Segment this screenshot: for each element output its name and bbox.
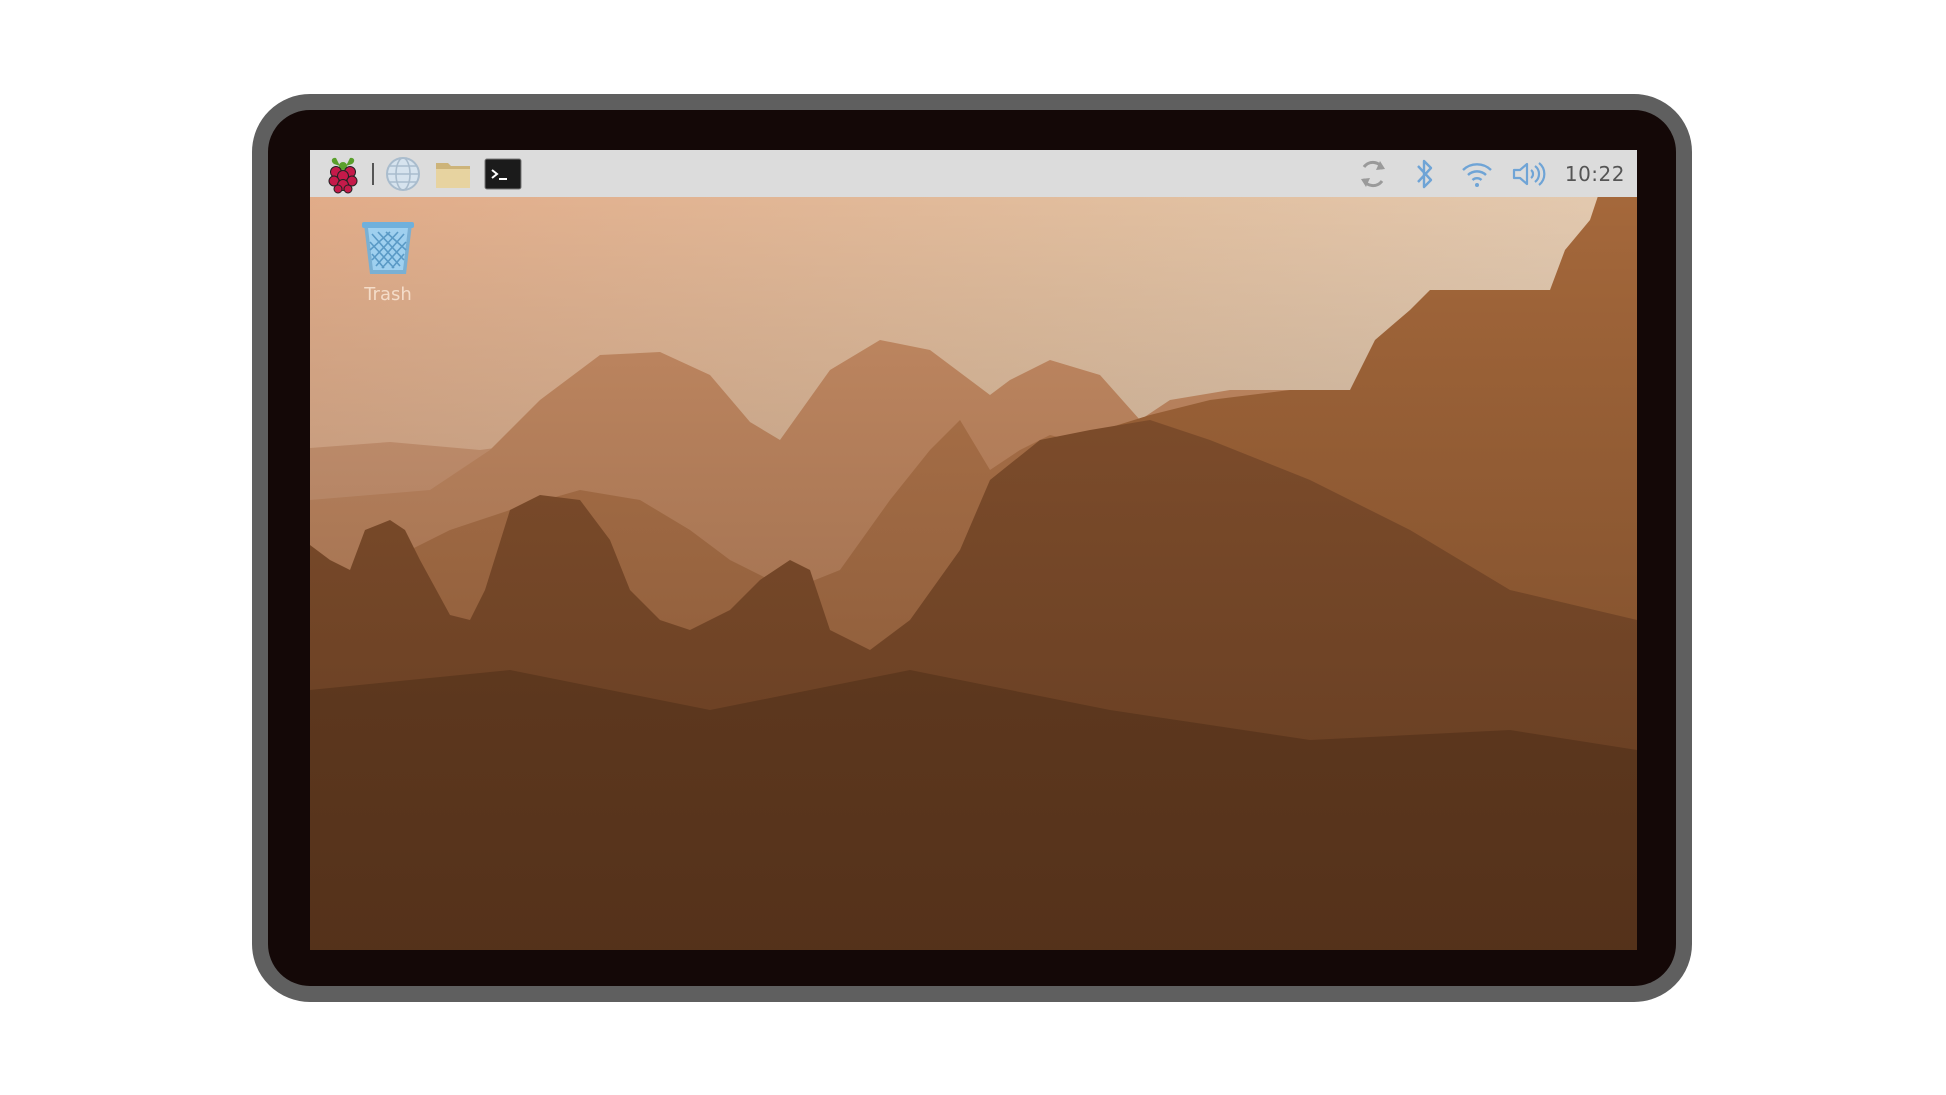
bluetooth-icon[interactable]: [1407, 154, 1443, 194]
raspberry-pi-menu-icon[interactable]: [324, 154, 362, 194]
web-browser-icon[interactable]: [384, 154, 422, 194]
taskbar: 10:22: [310, 150, 1637, 197]
desktop-icon-trash[interactable]: Trash: [352, 220, 424, 305]
wifi-icon[interactable]: [1459, 154, 1495, 194]
trash-icon: [352, 220, 424, 278]
desktop-icon-label: Trash: [364, 284, 412, 305]
launcher-separator: [372, 162, 374, 185]
updater-icon[interactable]: [1355, 154, 1391, 194]
volume-icon[interactable]: [1511, 154, 1547, 194]
taskbar-launchers: [324, 154, 534, 194]
system-tray: 10:22: [1339, 154, 1625, 194]
terminal-icon[interactable]: [484, 154, 522, 194]
wallpaper-image: [310, 150, 1637, 950]
clock[interactable]: 10:22: [1565, 162, 1625, 186]
file-manager-icon[interactable]: [434, 154, 472, 194]
desktop-screen: 10:22 Trash: [310, 150, 1637, 950]
